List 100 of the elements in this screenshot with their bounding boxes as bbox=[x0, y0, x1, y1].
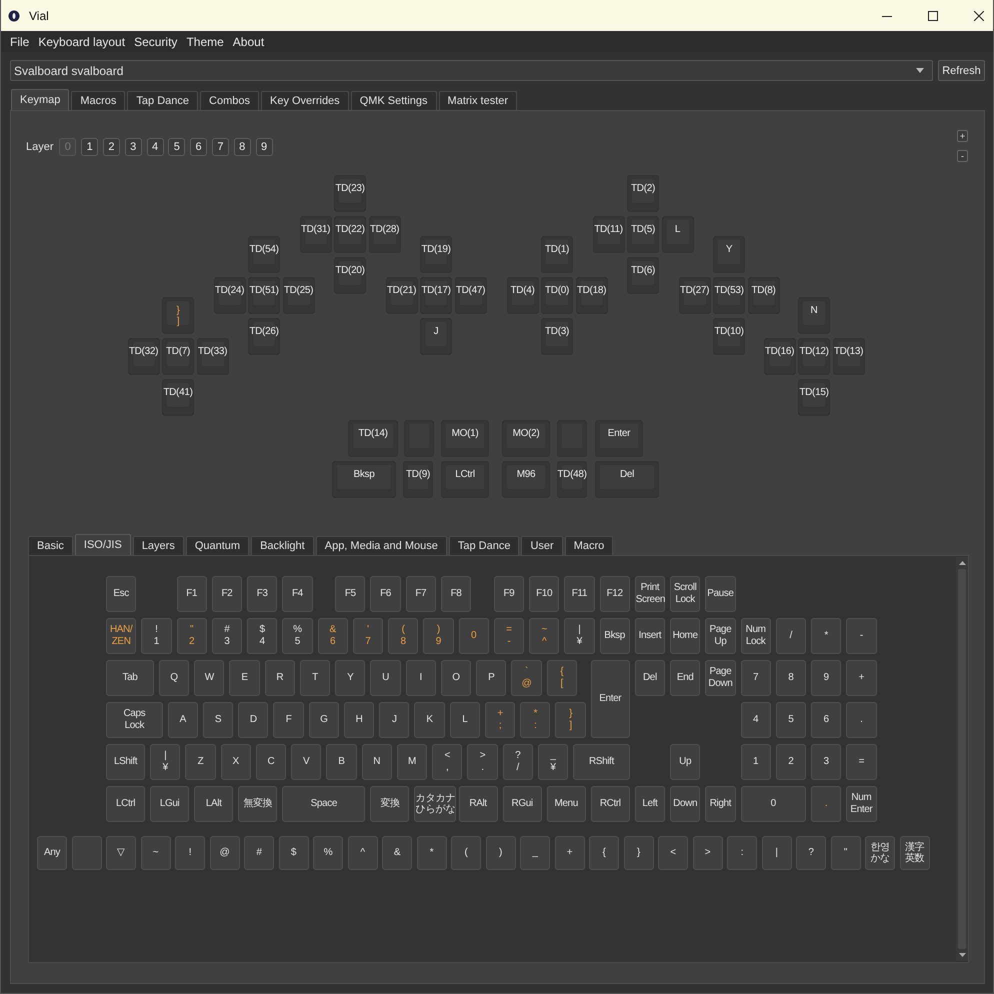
key[interactable]: % bbox=[313, 836, 343, 870]
key[interactable]: TD(47) bbox=[454, 277, 486, 314]
key[interactable]: ! 1 bbox=[141, 618, 172, 654]
key[interactable]: D bbox=[238, 702, 268, 738]
key[interactable]: ' 7 bbox=[352, 618, 383, 654]
key[interactable]: < bbox=[658, 836, 688, 870]
key[interactable]: Num Enter bbox=[846, 786, 876, 822]
key[interactable]: TD(33) bbox=[196, 338, 228, 375]
key[interactable]: F9 bbox=[494, 576, 524, 612]
key[interactable]: } ] bbox=[555, 702, 586, 738]
tab[interactable]: Keymap bbox=[11, 89, 70, 110]
key[interactable]: TD(6) bbox=[627, 257, 659, 294]
key[interactable]: < , bbox=[432, 744, 462, 780]
tab[interactable]: Macro bbox=[564, 536, 614, 555]
key[interactable]: TD(41) bbox=[162, 379, 194, 416]
key[interactable]: Page Up bbox=[705, 618, 736, 654]
key[interactable]: N bbox=[798, 297, 830, 334]
key[interactable]: TD(18) bbox=[576, 277, 608, 314]
key[interactable]: " bbox=[830, 836, 860, 870]
key[interactable]: F6 bbox=[370, 576, 401, 612]
scroll-up-icon[interactable] bbox=[958, 561, 966, 565]
key[interactable]: U bbox=[370, 660, 401, 696]
key[interactable]: Q bbox=[158, 660, 190, 696]
key[interactable]: Tab bbox=[106, 660, 154, 696]
key[interactable]: V bbox=[291, 744, 322, 780]
key[interactable]: 3 bbox=[811, 744, 842, 780]
tab[interactable]: Combos bbox=[200, 91, 259, 110]
key[interactable]: > . bbox=[467, 744, 498, 780]
key[interactable]: 9 bbox=[811, 660, 842, 696]
key[interactable]: | ¥ bbox=[150, 744, 180, 780]
layer-button[interactable]: 5 bbox=[168, 138, 186, 156]
key[interactable]: . bbox=[846, 702, 876, 738]
key[interactable]: TD(15) bbox=[798, 379, 830, 416]
key[interactable]: TD(23) bbox=[334, 175, 366, 212]
key[interactable]: Space bbox=[282, 786, 366, 822]
key[interactable]: L bbox=[662, 216, 694, 253]
menu-item[interactable]: File bbox=[10, 34, 30, 48]
scrollbar[interactable] bbox=[956, 557, 968, 961]
key[interactable]: N bbox=[362, 744, 392, 780]
tab[interactable]: Tap Dance bbox=[127, 91, 198, 110]
key[interactable]: TD(1) bbox=[541, 236, 573, 273]
key[interactable]: TD(19) bbox=[420, 236, 452, 273]
key[interactable]: カタカナひらがな bbox=[414, 786, 456, 822]
key[interactable]: _ ¥ bbox=[538, 744, 568, 780]
key[interactable]: + ; bbox=[484, 702, 516, 738]
key[interactable]: & 6 bbox=[318, 618, 348, 654]
key[interactable]: Enter bbox=[590, 660, 630, 738]
key[interactable]: TD(53) bbox=[713, 277, 745, 314]
key[interactable]: { bbox=[589, 836, 619, 870]
key[interactable]: $ 4 bbox=[247, 618, 278, 654]
layer-button[interactable]: 1 bbox=[81, 138, 98, 156]
key[interactable]: | bbox=[762, 836, 792, 870]
key[interactable]: O bbox=[440, 660, 472, 696]
key[interactable]: 2 bbox=[776, 744, 806, 780]
key[interactable]: TD(9) bbox=[403, 461, 433, 498]
key[interactable]: TD(16) bbox=[764, 338, 796, 375]
key[interactable]: ) 9 bbox=[423, 618, 454, 654]
key[interactable]: . bbox=[811, 786, 842, 822]
menu-item[interactable]: Security bbox=[134, 34, 178, 48]
key[interactable]: Down bbox=[670, 786, 700, 822]
key[interactable]: 6 bbox=[811, 702, 842, 738]
key[interactable]: ) bbox=[486, 836, 516, 870]
key[interactable]: ! bbox=[175, 836, 205, 870]
key[interactable]: Caps Lock bbox=[106, 702, 163, 738]
key[interactable]: { [ bbox=[546, 660, 577, 696]
key[interactable]: F12 bbox=[600, 576, 630, 612]
close-icon[interactable] bbox=[974, 10, 984, 20]
key[interactable]: Y bbox=[713, 236, 745, 273]
key[interactable]: F8 bbox=[440, 576, 472, 612]
key[interactable]: TD(22) bbox=[334, 216, 366, 253]
key[interactable]: R bbox=[264, 660, 295, 696]
key[interactable]: > bbox=[692, 836, 722, 870]
key[interactable]: LAlt bbox=[194, 786, 234, 822]
key[interactable]: F5 bbox=[335, 576, 366, 612]
key[interactable]: : bbox=[727, 836, 757, 870]
keyboard-dropdown[interactable]: Svalboard svalboard bbox=[10, 60, 933, 81]
key[interactable]: F bbox=[273, 702, 304, 738]
key[interactable]: J bbox=[379, 702, 410, 738]
tab[interactable]: ISO/JIS bbox=[74, 534, 131, 555]
tab[interactable]: Layers bbox=[132, 536, 184, 555]
key[interactable]: TD(20) bbox=[334, 257, 366, 294]
key[interactable]: MO(2) bbox=[502, 420, 550, 457]
key[interactable]: M96 bbox=[502, 461, 550, 498]
key[interactable]: TD(25) bbox=[282, 277, 314, 314]
key[interactable]: 1 bbox=[740, 744, 771, 780]
key[interactable]: TD(2) bbox=[627, 175, 659, 212]
key[interactable]: Del bbox=[595, 461, 659, 498]
key[interactable]: Any bbox=[37, 836, 67, 870]
key[interactable]: TD(12) bbox=[798, 338, 830, 375]
key[interactable]: T bbox=[300, 660, 330, 696]
key[interactable]: F2 bbox=[212, 576, 242, 612]
key[interactable]: TD(0) bbox=[541, 277, 573, 314]
key[interactable]: / bbox=[776, 618, 806, 654]
key[interactable]: F1 bbox=[176, 576, 207, 612]
key[interactable]: F4 bbox=[282, 576, 312, 612]
key[interactable]: Insert bbox=[634, 618, 665, 654]
key[interactable]: Z bbox=[185, 744, 216, 780]
key[interactable]: TD(24) bbox=[214, 277, 246, 314]
key[interactable]: ? / bbox=[502, 744, 533, 780]
layer-button[interactable]: 2 bbox=[102, 138, 120, 156]
